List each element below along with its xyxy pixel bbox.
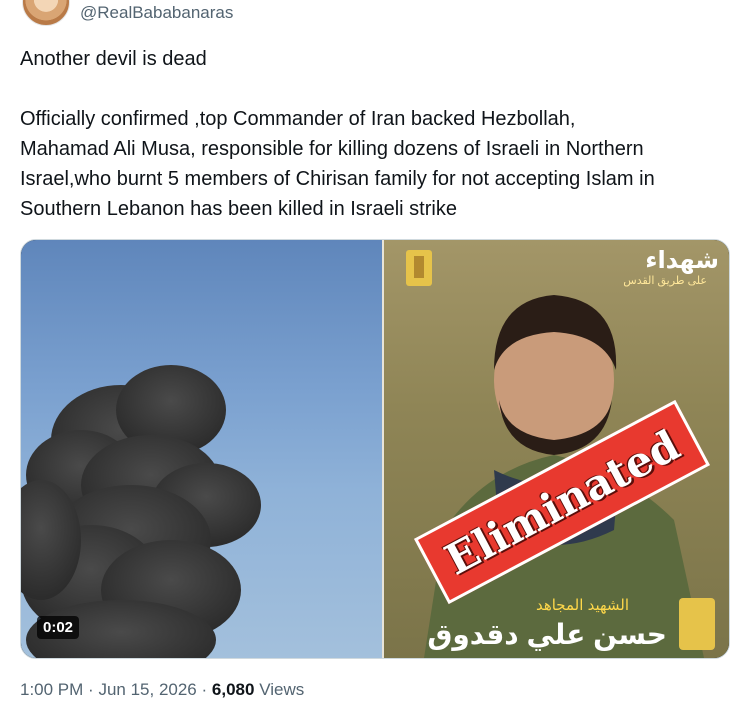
tweet-text: Another devil is dead Officially confirm…: [20, 44, 725, 224]
tweet-line-2: Officially confirmed ,top Commander of I…: [20, 108, 576, 130]
poster-image-panel: شهداء على طريق القدس Eliminated الشهيد ا…: [384, 240, 729, 658]
smoke-cloud-illustration: [21, 365, 261, 658]
smoke-image-panel: 0:02: [21, 240, 382, 658]
tweet-line-1: Another devil is dead: [20, 48, 207, 70]
media-video[interactable]: 0:02 شهداء على طريق القدس Eliminated الش…: [20, 239, 730, 659]
tweet-metadata: 1:00 PM · Jun 15, 2026 · 6,080 Views: [20, 680, 304, 700]
tweet-date[interactable]: Jun 15, 2026: [98, 680, 196, 699]
tweet-line-5: Southern Lebanon has been killed in Isra…: [20, 198, 457, 220]
views-label: Views: [259, 680, 305, 699]
author-handle[interactable]: @RealBababanaras: [80, 3, 233, 23]
tweet-time[interactable]: 1:00 PM: [20, 680, 83, 699]
video-timestamp: 0:02: [37, 616, 80, 639]
poster-arabic-caption-1: الشهيد المجاهد: [535, 597, 629, 614]
meta-separator: ·: [88, 680, 94, 699]
tweet-line-4: Israel,who burnt 5 members of Chirisan f…: [20, 168, 655, 190]
views-count: 6,080: [211, 680, 255, 699]
poster-arabic-caption-2: حسن علي دقدوق: [427, 619, 667, 650]
meta-separator: ·: [201, 680, 208, 699]
tweet-line-3: Mahamad Ali Musa, responsible for killin…: [20, 138, 644, 160]
author-avatar[interactable]: [22, 0, 70, 26]
hezbollah-emblem-icon: [679, 598, 715, 650]
